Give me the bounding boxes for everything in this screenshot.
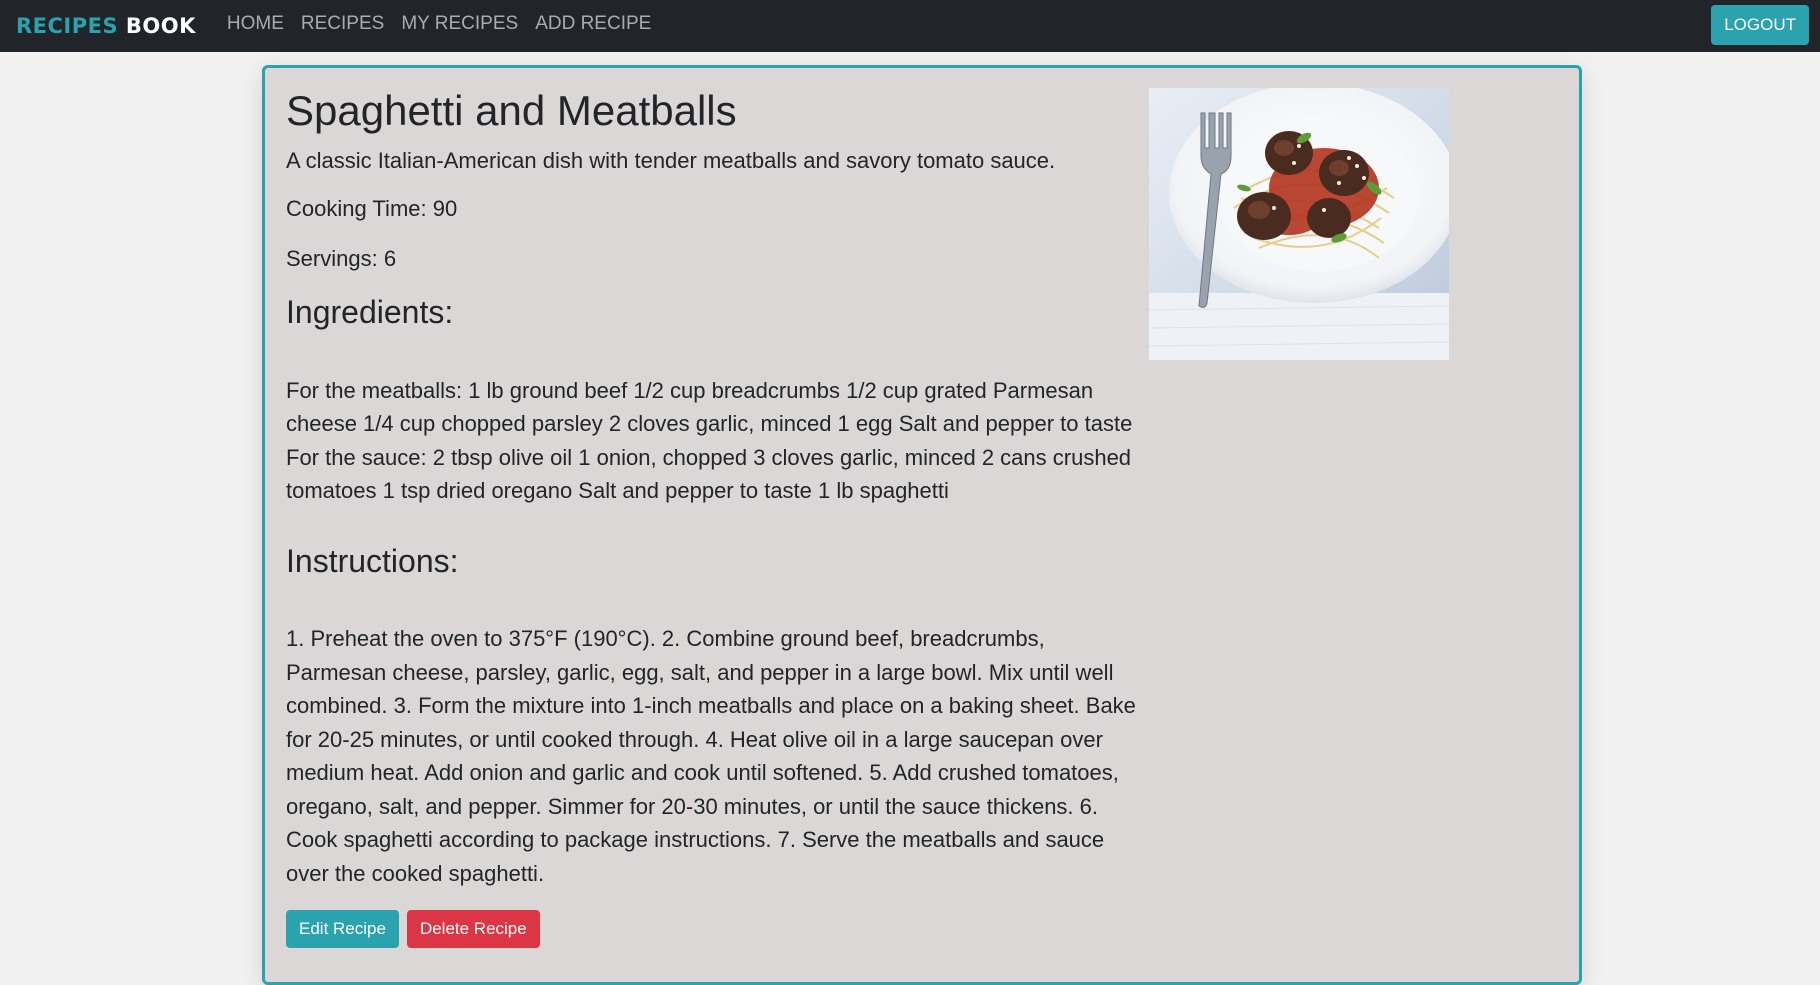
instructions-text: 1. Preheat the oven to 375°F (190°C). 2.…	[286, 626, 1136, 886]
edit-recipe-button[interactable]: Edit Recipe	[286, 910, 399, 949]
brand-logo-part2: BOOK	[125, 14, 196, 38]
nav-link-my-recipes[interactable]: MY RECIPES	[401, 13, 518, 35]
ingredients-heading: Ingredients:	[286, 294, 454, 331]
cooking-time: Cooking Time: 90	[286, 196, 458, 222]
ingredients-text: For the meatballs: 1 lb ground beef 1/2 …	[286, 377, 1133, 504]
recipe-description: A classic Italian-American dish with ten…	[286, 148, 1056, 174]
recipe-title: Spaghetti and Meatballs	[286, 87, 737, 134]
top-navbar: RECIPES BOOK HOME RECIPES MY RECIPES ADD…	[0, 0, 1820, 52]
recipe-photo	[1149, 88, 1449, 360]
nav-link-recipes[interactable]: RECIPES	[301, 13, 384, 35]
recipe-content: Spaghetti and Meatballs A classic Italia…	[286, 68, 1141, 949]
servings: Servings: 6	[286, 245, 397, 271]
brand-logo-part1: RECIPES	[16, 14, 119, 38]
nav-link-add-recipe[interactable]: ADD RECIPE	[535, 13, 651, 35]
logout-button[interactable]: LOGOUT	[1711, 5, 1809, 45]
brand-logo[interactable]: RECIPES BOOK	[16, 14, 196, 38]
recipe-actions: Edit Recipe Delete Recipe	[286, 910, 1141, 949]
recipe-card: Spaghetti and Meatballs A classic Italia…	[262, 65, 1582, 985]
nav-links: HOME RECIPES MY RECIPES ADD RECIPE	[227, 13, 668, 35]
instructions-heading: Instructions:	[286, 542, 459, 579]
delete-recipe-button[interactable]: Delete Recipe	[406, 910, 540, 949]
nav-link-home[interactable]: HOME	[227, 13, 284, 35]
